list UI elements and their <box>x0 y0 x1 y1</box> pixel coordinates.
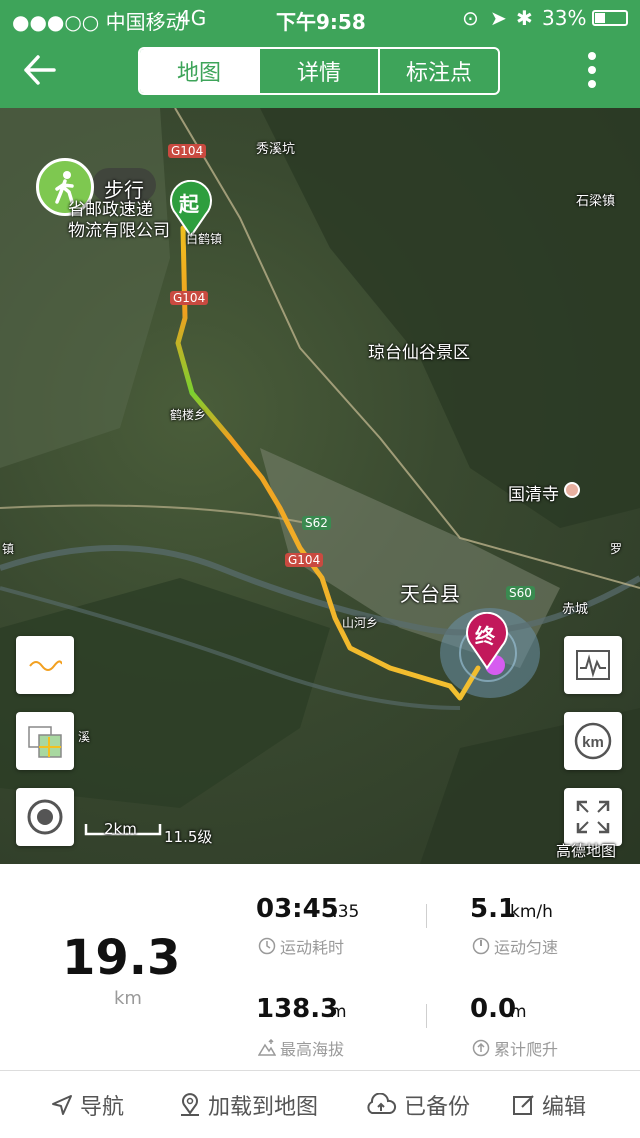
map-label-shanhe: 山河乡 <box>342 616 379 630</box>
svg-text:km: km <box>582 734 604 751</box>
tab-details[interactable]: 详情 <box>258 49 378 93</box>
distance-unit: km <box>114 988 142 1009</box>
edit-label: 编辑 <box>542 1095 587 1120</box>
map-label-tiantai: 天台县 <box>400 582 460 606</box>
map-label-baihe: 白鹤镇 <box>186 232 223 246</box>
edit-icon <box>513 1095 534 1115</box>
climb-unit: m <box>510 1002 527 1022</box>
duration-label-row: 运动耗时 <box>258 934 344 958</box>
battery-icon <box>592 10 628 26</box>
map-label-zhen: 镇 <box>2 542 15 556</box>
status-bar: ●●●○○ 中国移动 4G 下午9:58 ⊙ ➤ ✱ 33% <box>0 0 640 36</box>
scale-distance: 2km <box>104 820 137 838</box>
speed-icon <box>472 937 490 955</box>
locate-icon <box>27 799 63 835</box>
tab-markers[interactable]: 标注点 <box>378 49 498 93</box>
mountain-icon <box>258 1039 276 1056</box>
backup-button[interactable]: 已备份 <box>364 1089 470 1121</box>
altitude-label-row: 最高海拔 <box>258 1036 344 1060</box>
road-badge: G104 <box>168 144 207 158</box>
temple-icon <box>564 482 580 498</box>
map-provider-logo: 高德地图 <box>556 842 617 860</box>
lock-rotation-icon: ⊙ <box>462 6 479 30</box>
climb-label-row: 累计爬升 <box>472 1036 558 1060</box>
map-label-qiongtai: 琼台仙谷景区 <box>368 343 470 363</box>
map-label-chicheng: 赤城 <box>562 602 589 617</box>
map-label-xiuxikeng: 秀溪坑 <box>256 142 296 157</box>
map-label-xi: 溪 <box>78 730 91 744</box>
locate-button[interactable] <box>16 788 74 846</box>
chart-button[interactable] <box>564 636 622 694</box>
distance-value: 19.3 <box>62 930 181 986</box>
map-label-luo: 罗 <box>610 542 623 556</box>
km-marker-button[interactable]: km <box>564 712 622 770</box>
carrier-label: ●●●○○ 中国移动 <box>12 10 186 34</box>
wave-line-icon <box>29 660 62 671</box>
pace-unit: km/h <box>510 902 553 922</box>
stats-divider <box>426 1004 427 1028</box>
navigation-arrow-icon <box>52 1095 72 1115</box>
tab-map[interactable]: 地图 <box>140 49 258 93</box>
map-layer-button[interactable] <box>16 712 74 770</box>
altitude-label: 最高海拔 <box>280 1040 345 1059</box>
map-pin-icon <box>181 1093 199 1116</box>
edit-button[interactable]: 编辑 <box>512 1089 586 1121</box>
map-label-helou: 鹤楼乡 <box>170 408 207 422</box>
stats-panel: 19.3 km 03:45 :35 运动耗时 5.1 km/h 运动匀速 138… <box>0 864 640 1070</box>
altitude-unit: m <box>330 1002 347 1022</box>
climb-label: 累计爬升 <box>494 1040 559 1059</box>
km-icon: km <box>574 722 612 760</box>
load-to-map-button[interactable]: 加载到地图 <box>178 1089 318 1121</box>
pace-label-row: 运动匀速 <box>472 934 558 958</box>
map-label-company: 省邮政速递 物流有限公司 <box>68 200 170 241</box>
altitude-value: 138.3 <box>256 994 339 1024</box>
clock-icon <box>258 937 276 955</box>
expand-icon <box>576 800 610 834</box>
fullscreen-button[interactable] <box>564 788 622 846</box>
time-label: 下午9:58 <box>276 10 366 34</box>
start-marker-label: 起 <box>179 192 199 216</box>
cloud-upload-icon <box>367 1093 397 1114</box>
bluetooth-icon: ✱ <box>516 6 533 30</box>
route-line-toggle[interactable] <box>16 636 74 694</box>
load-to-map-label: 加载到地图 <box>208 1095 319 1120</box>
network-label: 4G <box>178 6 207 30</box>
road-badge: S60 <box>506 586 535 600</box>
climb-arrow-icon <box>472 1039 490 1057</box>
backup-label: 已备份 <box>404 1095 471 1120</box>
duration-seconds: :35 <box>332 902 360 922</box>
mode-label: 步行 <box>104 178 144 202</box>
back-arrow-icon[interactable] <box>22 54 58 86</box>
layers-icon <box>28 726 62 758</box>
navigate-button[interactable]: 导航 <box>50 1089 124 1121</box>
bottom-action-bar: 导航 加载到地图 已备份 编辑 <box>0 1070 640 1138</box>
view-tabs: 地图 详情 标注点 <box>138 47 500 95</box>
zoom-level: 11.5级 <box>164 828 213 846</box>
map-label-guoqingsi: 国清寺 <box>508 485 559 505</box>
duration-label: 运动耗时 <box>280 938 345 957</box>
stats-divider <box>426 904 427 928</box>
location-arrow-icon: ➤ <box>490 6 507 30</box>
duration-value: 03:45 <box>256 894 339 924</box>
map-label-shiliang: 石梁镇 <box>576 194 616 209</box>
more-options-icon[interactable] <box>584 50 600 90</box>
battery-percent: 33% <box>542 6 587 30</box>
pace-label: 运动匀速 <box>494 938 559 957</box>
end-marker-label: 终 <box>475 624 495 648</box>
road-badge: G104 <box>285 553 324 567</box>
satellite-map[interactable]: 步行 起 终 省邮政速递 物流有限公司 秀溪坑 石梁镇 琼台仙谷景区 国清寺 天… <box>0 108 640 864</box>
road-badge: S62 <box>302 516 331 530</box>
pulse-chart-icon <box>576 650 610 680</box>
road-badge: G104 <box>170 291 209 305</box>
navigate-label: 导航 <box>80 1095 125 1120</box>
